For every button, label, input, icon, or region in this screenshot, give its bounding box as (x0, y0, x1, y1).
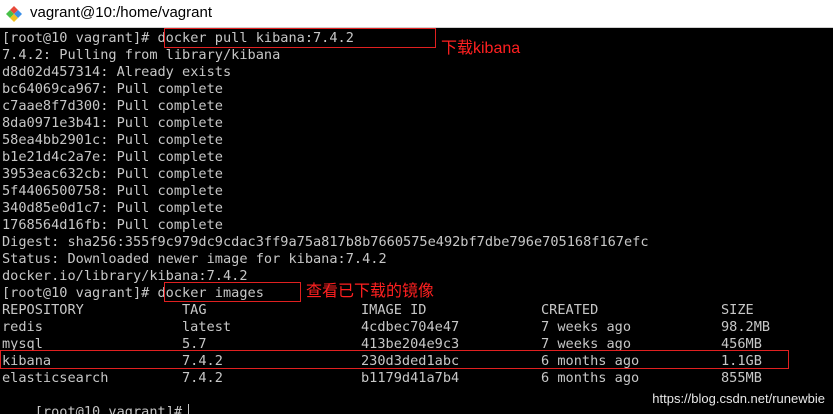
cell-image-id: 4cdbec704e47 (361, 319, 460, 335)
terminal-line: 58ea4bb2901c: Pull complete (2, 132, 223, 148)
terminal-screen[interactable]: [root@10 vagrant]# docker pull kibana:7.… (0, 28, 833, 414)
terminal-line: c7aae8f7d300: Pull complete (2, 98, 223, 114)
cell-repository: elasticsearch (2, 370, 109, 386)
terminal-line: 340d85e0d1c7: Pull complete (2, 200, 223, 216)
cell-created: 6 months ago (541, 370, 640, 386)
header-tag: TAG (182, 302, 207, 318)
table-row: elasticsearch 7.4.2 b1179d41a7b4 6 month… (2, 370, 762, 387)
terminal-line: 5f4406500758: Pull complete (2, 183, 223, 199)
pull-annotation: 下载kibana (441, 40, 521, 57)
terminal-line: d8d02d457314: Already exists (2, 64, 232, 80)
images-table-header: REPOSITORY TAG IMAGE ID CREATED SIZE (2, 302, 754, 319)
cell-size: 98.2MB (721, 319, 771, 335)
terminal-line: 8da0971e3b41: Pull complete (2, 115, 223, 131)
cell-tag: latest (182, 319, 232, 335)
header-repository: REPOSITORY (2, 302, 84, 318)
header-size: SIZE (721, 302, 754, 318)
cell-size: 855MB (721, 370, 762, 386)
watermark: https://blog.csdn.net/runewbie (652, 391, 825, 406)
cell-repository: redis (2, 319, 43, 335)
putty-icon (6, 6, 22, 22)
cell-created: 7 weeks ago (541, 319, 632, 335)
terminal-line: 3953eac632cb: Pull complete (2, 166, 223, 182)
cell-tag: 7.4.2 (182, 370, 223, 386)
images-command-highlight (164, 282, 301, 302)
shell-prompt: [root@10 vagrant]# (34, 404, 183, 414)
text-cursor (188, 404, 190, 414)
terminal-line: bc64069ca967: Pull complete (2, 81, 223, 97)
header-created: CREATED (541, 302, 599, 318)
images-annotation: 查看已下载的镜像 (306, 283, 435, 300)
terminal-line: b1e21d4c2a7e: Pull complete (2, 149, 223, 165)
header-image-id: IMAGE ID (361, 302, 427, 318)
table-row: redis latest 4cdbec704e47 7 weeks ago 98… (2, 319, 770, 336)
terminal-prompt-line[interactable]: [root@10 vagrant]# (2, 387, 190, 414)
kibana-row-highlight (0, 350, 789, 369)
pull-command-highlight (164, 28, 436, 48)
cell-image-id: b1179d41a7b4 (361, 370, 460, 386)
terminal-line: 7.4.2: Pulling from library/kibana (2, 47, 281, 63)
terminal-line: Digest: sha256:355f9c979dc9cdac3ff9a75a8… (2, 234, 649, 250)
window-titlebar: vagrant@10:/home/vagrant (0, 0, 833, 28)
terminal-line: Status: Downloaded newer image for kiban… (2, 251, 387, 267)
window-title: vagrant@10:/home/vagrant (30, 4, 212, 21)
terminal-line: 1768564d16fb: Pull complete (2, 217, 223, 233)
